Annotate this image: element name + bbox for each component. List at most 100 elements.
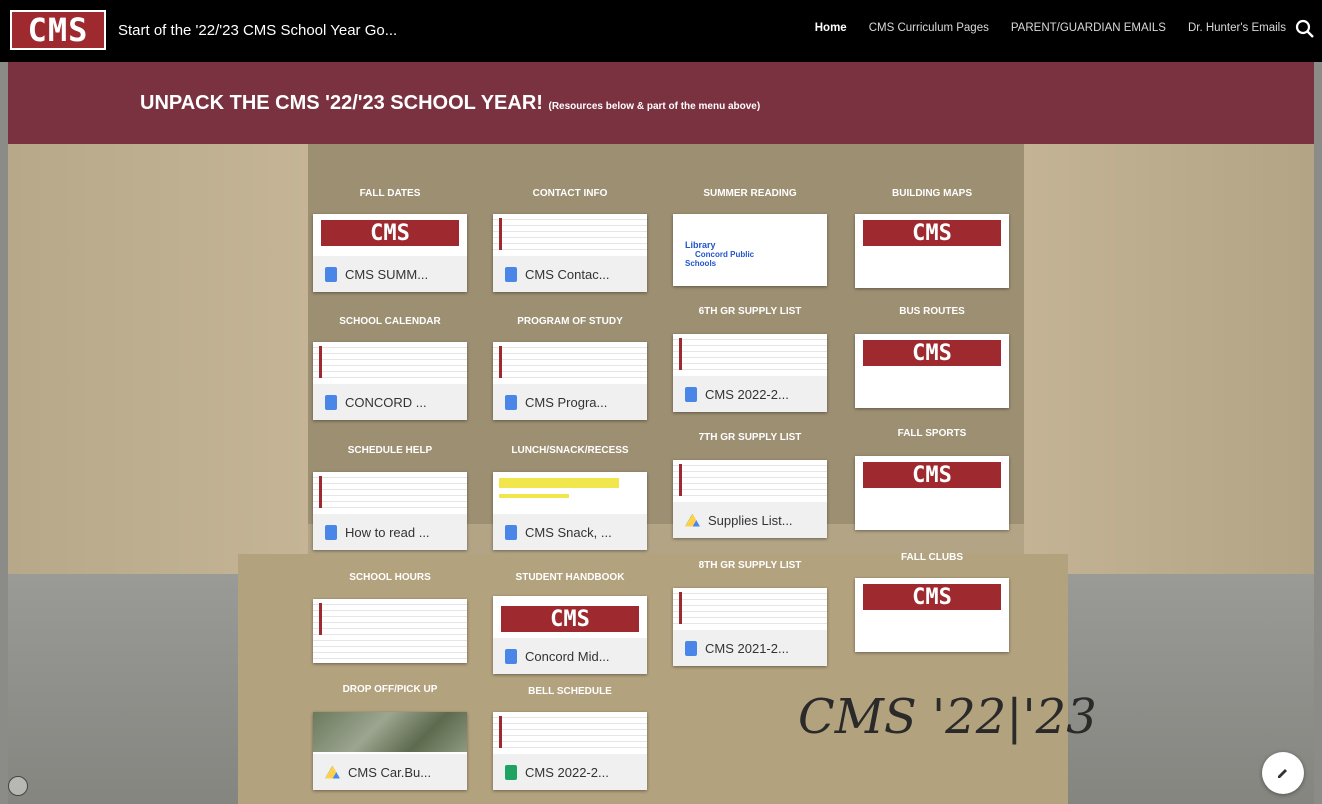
label-student-handbook: STUDENT HANDBOOK	[515, 572, 625, 583]
label-fall-sports: FALL SPORTS	[897, 428, 967, 439]
card-file-name: CMS SUMM...	[345, 266, 429, 282]
card-footer: CMS Contac...	[493, 256, 647, 292]
cms-logo[interactable]: CMS	[10, 10, 106, 50]
google-doc-icon	[505, 524, 517, 540]
site-title[interactable]: Start of the '22/'23 CMS School Year Go.…	[118, 22, 397, 39]
page-title: UNPACK THE CMS '22/'23 SCHOOL YEAR! (Res…	[140, 92, 760, 115]
google-sheets-icon	[505, 764, 517, 780]
card-7th-gr-supply-list[interactable]: Supplies List...	[673, 460, 827, 538]
card-footer: CMS 2022-2...	[673, 376, 827, 412]
card-thumbnail	[313, 712, 467, 752]
card-thumbnail: CMS	[313, 214, 467, 254]
label-drop-off-pick-up: DROP OFF/PICK UP	[342, 684, 438, 695]
card-file-name: Supplies List...	[708, 512, 793, 528]
card-footer: How to read ...	[313, 514, 467, 550]
cms-thumb-logo: CMS	[321, 220, 459, 246]
google-doc-icon	[325, 524, 337, 540]
card-footer: Supplies List...	[673, 502, 827, 538]
card-thumbnail: CMS	[855, 334, 1009, 408]
card-file-name: How to read ...	[345, 524, 430, 540]
edit-button[interactable]	[1262, 752, 1304, 794]
page-banner: UNPACK THE CMS '22/'23 SCHOOL YEAR! (Res…	[8, 62, 1314, 144]
nav-curriculum-pages[interactable]: CMS Curriculum Pages	[869, 22, 989, 34]
label-summer-reading: SUMMER READING	[703, 188, 797, 199]
card-summer-reading[interactable]: Library Concord Public Schools	[673, 214, 827, 286]
card-lunch-snack-recess[interactable]: CMS Snack, ...	[493, 472, 647, 550]
card-thumbnail: CMS	[855, 456, 1009, 530]
info-icon[interactable]	[8, 776, 28, 796]
card-thumbnail	[493, 712, 647, 752]
card-footer: CMS 2022-2...	[493, 754, 647, 790]
card-thumbnail	[493, 472, 647, 512]
card-school-hours[interactable]	[313, 599, 467, 663]
thumb-text-concord: Concord Public	[695, 250, 755, 259]
label-bus-routes: BUS ROUTES	[899, 306, 965, 317]
card-contact-info[interactable]: CMS Contac...	[493, 214, 647, 292]
card-file-name: CMS Snack, ...	[525, 524, 612, 540]
card-file-name: CMS Contac...	[525, 266, 610, 282]
google-doc-icon	[325, 266, 337, 282]
card-6th-gr-supply-list[interactable]: CMS 2022-2...	[673, 334, 827, 412]
cms-thumb-logo: CMS	[863, 340, 1001, 366]
card-thumbnail	[313, 342, 467, 382]
pencil-icon	[1278, 769, 1287, 778]
label-6th-gr-supply-list: 6TH GR SUPPLY LIST	[698, 306, 802, 317]
label-bell-schedule: BELL SCHEDULE	[528, 686, 612, 697]
card-thumbnail	[493, 342, 647, 382]
card-thumbnail	[673, 460, 827, 500]
card-file-name: CMS 2022-2...	[705, 386, 789, 402]
cms-thumb-logo: CMS	[863, 220, 1001, 246]
label-school-hours: SCHOOL HOURS	[349, 572, 431, 583]
nav-home[interactable]: Home	[815, 22, 847, 34]
card-building-maps[interactable]: CMS	[855, 214, 1009, 288]
nav-parent-guardian-emails[interactable]: PARENT/GUARDIAN EMAILS	[1011, 22, 1166, 34]
thumb-text-schools: Schools	[685, 259, 717, 268]
label-building-maps: BUILDING MAPS	[892, 188, 972, 199]
card-fall-sports[interactable]: CMS	[855, 456, 1009, 530]
search-icon[interactable]	[1294, 18, 1316, 40]
card-schedule-help[interactable]: How to read ...	[313, 472, 467, 550]
top-nav-bar: CMS Start of the '22/'23 CMS School Year…	[0, 0, 1322, 62]
card-file-name: Concord Mid...	[525, 648, 610, 664]
google-doc-icon	[685, 640, 697, 656]
card-school-calendar[interactable]: CONCORD ...	[313, 342, 467, 420]
card-bus-routes[interactable]: CMS	[855, 334, 1009, 408]
card-footer: CMS Snack, ...	[493, 514, 647, 550]
card-thumbnail	[673, 588, 827, 628]
card-fall-clubs[interactable]: CMS	[855, 578, 1009, 652]
thumb-text-library: Library	[685, 240, 716, 250]
card-footer: Concord Mid...	[493, 638, 647, 674]
card-student-handbook[interactable]: CMS Concord Mid...	[493, 596, 647, 674]
label-lunch-snack-recess: LUNCH/SNACK/RECESS	[511, 445, 629, 456]
google-doc-icon	[325, 394, 337, 410]
banner-title-text: UNPACK THE CMS '22/'23 SCHOOL YEAR!	[140, 92, 543, 114]
card-thumbnail: CMS	[855, 578, 1009, 652]
label-8th-gr-supply-list: 8TH GR SUPPLY LIST	[698, 560, 802, 571]
label-school-calendar: SCHOOL CALENDAR	[339, 316, 441, 327]
label-schedule-help: SCHEDULE HELP	[347, 445, 433, 456]
box-right-flap	[1024, 144, 1314, 584]
card-file-name: CMS 2021-2...	[705, 640, 789, 656]
google-doc-icon	[505, 266, 517, 282]
banner-subtitle: (Resources below & part of the menu abov…	[548, 101, 761, 112]
label-contact-info: CONTACT INFO	[532, 188, 608, 199]
nav-dr-hunters-emails[interactable]: Dr. Hunter's Emails	[1188, 22, 1286, 34]
card-bell-schedule[interactable]: CMS 2022-2...	[493, 712, 647, 790]
card-footer: CONCORD ...	[313, 384, 467, 420]
label-7th-gr-supply-list: 7TH GR SUPPLY LIST	[698, 432, 802, 443]
card-thumbnail	[313, 472, 467, 512]
card-thumbnail	[313, 599, 467, 663]
cms-signature: CMS '22|'23	[798, 689, 1097, 745]
card-thumbnail	[493, 214, 647, 254]
card-file-name: CMS Car.Bu...	[348, 764, 432, 780]
card-program-of-study[interactable]: CMS Progra...	[493, 342, 647, 420]
label-program-of-study: PROGRAM OF STUDY	[517, 316, 623, 327]
cms-thumb-logo: CMS	[863, 584, 1001, 610]
google-drive-icon	[325, 765, 340, 779]
card-fall-dates[interactable]: CMS CMS SUMM...	[313, 214, 467, 292]
card-thumbnail: Library Concord Public Schools	[673, 214, 827, 286]
card-8th-gr-supply-list[interactable]: CMS 2021-2...	[673, 588, 827, 666]
card-thumbnail: CMS	[855, 214, 1009, 288]
card-drop-off-pick-up[interactable]: CMS Car.Bu...	[313, 712, 467, 790]
label-fall-clubs: FALL CLUBS	[900, 552, 964, 563]
